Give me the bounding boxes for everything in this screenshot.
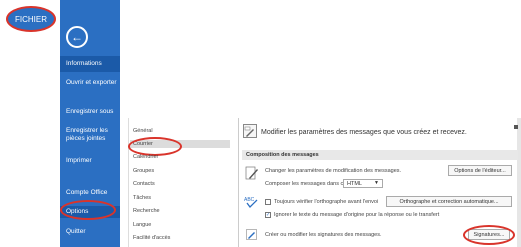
category-taches[interactable]: Tâches (133, 195, 151, 201)
backstage-item-quit[interactable]: Quitter (60, 228, 120, 238)
scrollbar[interactable] (517, 118, 521, 247)
file-tab[interactable]: FICHIER (6, 6, 56, 32)
file-tab-label: FICHIER (15, 14, 47, 24)
section-header-composition: Composition des messages (242, 150, 518, 160)
compose-format-select[interactable]: HTML ▼ (343, 179, 383, 188)
signatures-text: Créer ou modifier les signatures des mes… (265, 232, 382, 238)
backstage-item-label: Imprimer (66, 157, 92, 164)
mail-settings-intro: Modifier les paramètres des messages que… (261, 129, 467, 136)
options-highlight-ring (60, 200, 116, 220)
change-settings-text: Changer les paramètres de modification d… (265, 168, 402, 174)
editor-options-button[interactable]: Options de l'éditeur... (448, 165, 512, 176)
backstage-item-label: Ouvrir et exporter (66, 79, 117, 86)
backstage-item-open-export[interactable]: Ouvrir et exporter (60, 79, 120, 97)
compose-pen-icon (245, 165, 259, 181)
category-calendrier[interactable]: Calendrier (133, 154, 158, 160)
backstage-item-label: Compte Office (66, 189, 108, 196)
category-groupes[interactable]: Groupes (133, 168, 154, 174)
svg-text:ABC: ABC (244, 197, 255, 203)
signatures-highlight-ring (463, 225, 515, 245)
category-contacts[interactable]: Contacts (133, 181, 155, 187)
spelling-autocorrect-button[interactable]: Orthographe et correction automatique... (386, 196, 512, 207)
backstage-item-save-as[interactable]: Enregistrer sous (60, 108, 120, 118)
ignore-original-label: Ignorer le texte du message d'origine po… (274, 212, 440, 218)
signature-pen-icon (246, 228, 258, 240)
back-button[interactable]: ← (66, 26, 88, 48)
envelope-settings-icon (243, 124, 257, 138)
category-langue[interactable]: Langue (133, 222, 151, 228)
scroll-up-icon[interactable] (514, 125, 518, 129)
category-facilite-acces[interactable]: Facilité d'accès (133, 235, 170, 241)
backstage-item-save-attachments[interactable]: Enregistrer les pièces jointes (60, 127, 120, 145)
arrow-left-icon: ← (71, 30, 83, 44)
compose-format-value: HTML (347, 180, 362, 187)
spellcheck-label: Toujours vérifier l'orthographe avant l'… (274, 199, 379, 205)
backstage-item-print[interactable]: Imprimer (60, 157, 120, 167)
spellcheck-checkbox[interactable] (265, 199, 271, 205)
spellcheck-abc-icon: ABC (244, 195, 260, 209)
backstage-item-informations[interactable]: Informations (60, 56, 120, 72)
category-general[interactable]: Général (133, 128, 153, 134)
backstage-item-label: Quitter (66, 228, 86, 235)
category-recherche[interactable]: Recherche (133, 208, 160, 214)
ignore-original-checkbox[interactable]: ✓ (265, 212, 271, 218)
backstage-item-office-account[interactable]: Compte Office (60, 189, 120, 199)
chevron-down-icon: ▼ (374, 180, 379, 186)
backstage-item-label: Informations (66, 60, 102, 67)
backstage-item-label: Enregistrer sous (66, 108, 114, 115)
backstage-item-label: Enregistrer les pièces jointes (66, 127, 108, 142)
